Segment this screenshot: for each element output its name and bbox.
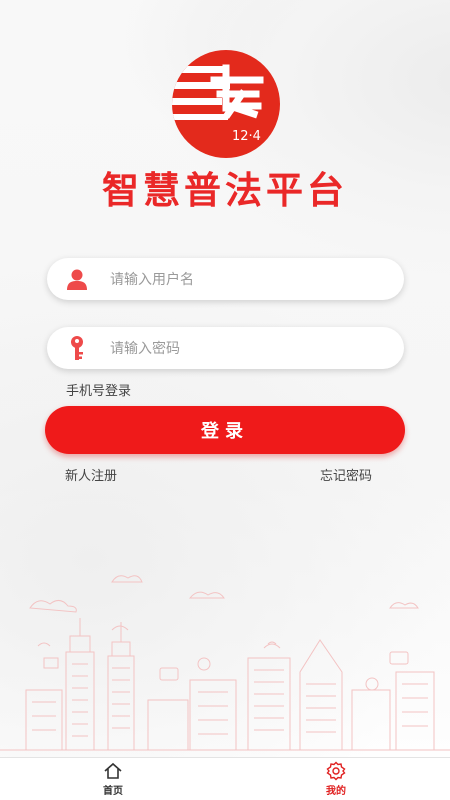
app-title: 智慧普法平台 bbox=[102, 168, 348, 212]
password-placeholder: 请输入密码 bbox=[110, 341, 180, 357]
key-icon bbox=[62, 333, 92, 363]
phone-login-link[interactable]: 手机号登录 bbox=[66, 380, 131, 399]
user-icon bbox=[62, 264, 92, 294]
tab-home[interactable]: 首页 bbox=[83, 760, 143, 797]
username-field[interactable]: 请输入用户名 bbox=[47, 258, 404, 300]
gear-icon bbox=[306, 760, 366, 782]
city-skyline-illustration bbox=[0, 575, 450, 751]
forgot-password-link[interactable]: 忘记密码 bbox=[320, 465, 372, 484]
home-icon bbox=[83, 760, 143, 782]
register-link[interactable]: 新人注册 bbox=[65, 465, 117, 484]
tab-mine-label: 我的 bbox=[326, 786, 346, 797]
bottom-tab-bar: 首页 我的 bbox=[0, 757, 450, 800]
username-placeholder: 请输入用户名 bbox=[110, 272, 194, 288]
tab-home-label: 首页 bbox=[103, 786, 123, 797]
logo: 12·4 bbox=[172, 50, 280, 158]
logo-text: 12·4 bbox=[232, 129, 261, 144]
password-field[interactable]: 请输入密码 bbox=[47, 327, 404, 369]
login-button[interactable]: 登录 bbox=[45, 406, 405, 454]
tab-mine[interactable]: 我的 bbox=[306, 760, 366, 797]
